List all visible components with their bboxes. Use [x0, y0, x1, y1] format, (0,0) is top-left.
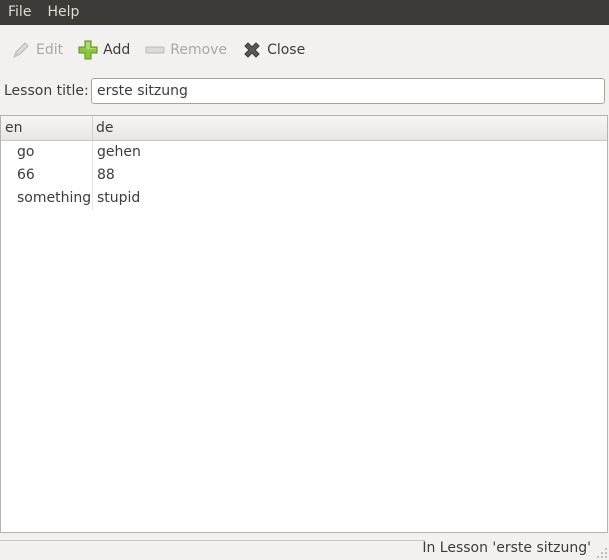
menu-help[interactable]: Help [39, 0, 87, 25]
column-header-de[interactable]: de [93, 116, 607, 140]
cell-de: 88 [97, 167, 115, 183]
status-text: In Lesson 'erste sitzung' [422, 540, 591, 556]
cell-de: gehen [97, 144, 141, 160]
add-button-label: Add [103, 42, 131, 58]
lesson-editor-window: File Help Edit Add Remove Close Lesson t… [0, 0, 609, 560]
cell-en: 66 [17, 167, 35, 183]
table-body: go gehen 66 88 something stupid [1, 141, 607, 210]
close-button[interactable]: Close [235, 33, 311, 67]
status-bar: In Lesson 'erste sitzung' [0, 537, 609, 560]
menubar: File Help [0, 0, 609, 25]
cell-de: stupid [97, 190, 141, 206]
edit-button[interactable]: Edit [4, 33, 69, 67]
cell-en: go [17, 144, 35, 160]
minus-icon [144, 39, 166, 61]
pencil-icon [10, 39, 32, 61]
cell-en: something [17, 190, 92, 206]
column-header-en[interactable]: en [1, 116, 93, 140]
toolbar: Edit Add Remove Close [0, 25, 609, 75]
table-row[interactable]: 66 88 [1, 164, 607, 187]
table-row[interactable]: go gehen [1, 141, 607, 164]
add-button[interactable]: Add [71, 33, 136, 67]
remove-button-label: Remove [170, 42, 228, 58]
close-button-label: Close [267, 42, 306, 58]
lesson-title-input[interactable] [91, 78, 605, 104]
lesson-title-row: Lesson title: [0, 78, 609, 106]
edit-button-label: Edit [36, 42, 64, 58]
status-field-empty [0, 540, 425, 558]
plus-icon [77, 39, 99, 61]
lesson-title-label: Lesson title: [4, 83, 89, 99]
vocabulary-table[interactable]: en de go gehen 66 88 something stupid [0, 115, 608, 533]
resize-grip-icon[interactable] [596, 547, 608, 559]
menu-file[interactable]: File [0, 0, 39, 25]
table-row[interactable]: something stupid [1, 187, 607, 210]
remove-button[interactable]: Remove [138, 33, 233, 67]
close-x-icon [241, 39, 263, 61]
table-header: en de [1, 116, 607, 141]
